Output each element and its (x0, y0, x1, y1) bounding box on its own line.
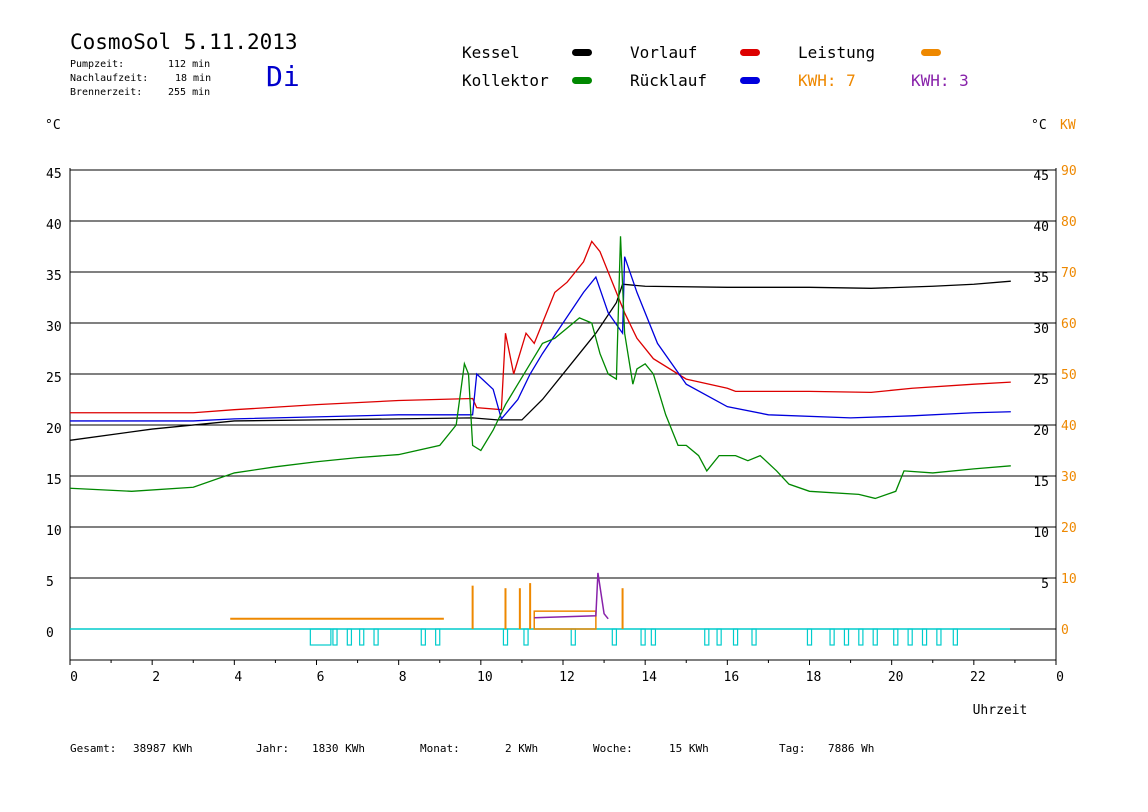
y-tick-label-left: 30 (46, 320, 62, 335)
series-ruecklauf (70, 256, 1011, 422)
temperature-chart: 0510152025303540455101520253035404501020… (46, 164, 1077, 718)
footer-tag-value: 7886 Wh (828, 742, 875, 755)
y2-tick-label: 60 (1061, 317, 1077, 332)
x-axis-label: Uhrzeit (973, 703, 1028, 718)
pump-interval (359, 628, 365, 646)
y-tick-label-right: 30 (1033, 322, 1049, 337)
y-tick-label-left: 0 (46, 626, 54, 641)
series-kollektor (69, 236, 1011, 500)
pump-interval (806, 628, 813, 646)
series-vorlauf (70, 240, 1011, 414)
x-tick-label: 20 (888, 670, 904, 685)
x-tick-label: 10 (477, 670, 493, 685)
y2-tick-label: 30 (1061, 470, 1077, 485)
pump-interval (872, 628, 878, 646)
y-tick-label-right: 45 (1033, 169, 1049, 184)
y-tick-label-left: 45 (46, 167, 62, 182)
pump-interval (332, 628, 338, 646)
pump-interval (420, 628, 426, 646)
x-tick-label: 2 (152, 670, 160, 685)
x-tick-label: 4 (234, 670, 242, 685)
x-tick-label: 6 (317, 670, 325, 685)
pump-interval (523, 628, 529, 646)
y-tick-label-left: 40 (46, 218, 62, 233)
footer-gesamt-value: 38987 KWh (133, 742, 193, 755)
y-tick-label-left: 15 (46, 473, 62, 488)
y2-tick-label: 70 (1061, 266, 1077, 281)
pump-interval (570, 628, 576, 646)
pump-interval (893, 628, 899, 646)
series-kessel (69, 280, 1011, 441)
pump-interval (829, 628, 835, 646)
x-tick-label: 22 (970, 670, 986, 685)
pump-interval (921, 628, 928, 646)
pump-interval (936, 628, 942, 646)
footer-woche-value: 15 KWh (669, 742, 709, 755)
pump-interval (858, 628, 864, 646)
y-tick-label-left: 25 (46, 371, 62, 386)
pump-interval (751, 628, 757, 646)
y2-tick-label: 50 (1061, 368, 1077, 383)
y-tick-label-right: 35 (1033, 271, 1049, 286)
y2-tick-label: 40 (1061, 419, 1077, 434)
y-tick-label-right: 15 (1033, 475, 1049, 490)
footer-woche-label: Woche: (593, 742, 633, 755)
pump-interval (732, 628, 739, 646)
y2-tick-label: 20 (1061, 521, 1077, 536)
y-tick-label-left: 35 (46, 269, 62, 284)
y-tick-label-right: 10 (1033, 526, 1049, 541)
y2-tick-label: 10 (1061, 572, 1077, 587)
footer-tag-label: Tag: (779, 742, 806, 755)
y-tick-label-right: 40 (1033, 220, 1049, 235)
pump-interval (640, 628, 646, 646)
y-tick-label-right: 25 (1033, 373, 1049, 388)
leistung-block (533, 610, 597, 630)
pump-interval (704, 628, 710, 646)
pump-interval (907, 628, 913, 646)
y2-tick-label: 0 (1061, 623, 1069, 638)
footer-jahr-label: Jahr: (256, 742, 290, 755)
x-tick-label: 0 (1056, 670, 1064, 685)
footer-gesamt-label: Gesamt: (70, 742, 117, 755)
y-tick-label-left: 20 (46, 422, 62, 437)
series-kwh-purple (534, 572, 609, 620)
y-tick-label-right: 5 (1041, 577, 1049, 592)
pump-interval (843, 628, 850, 646)
pump-interval (502, 628, 509, 646)
pump-interval (952, 628, 959, 646)
y2-tick-label: 90 (1061, 164, 1077, 179)
pump-interval (309, 628, 332, 646)
footer-monat-value: 2 KWh (505, 742, 539, 755)
y-tick-label-right: 20 (1033, 424, 1049, 439)
footer-monat-label: Monat: (420, 742, 460, 755)
x-tick-label: 18 (806, 670, 822, 685)
y-tick-label-left: 10 (46, 524, 62, 539)
pump-interval (346, 628, 353, 646)
x-tick-label: 0 (70, 670, 78, 685)
pump-interval (435, 628, 441, 646)
x-tick-label: 12 (559, 670, 575, 685)
x-tick-label: 16 (724, 670, 740, 685)
pump-interval (611, 628, 618, 646)
x-tick-label: 14 (641, 670, 657, 685)
y2-tick-label: 80 (1061, 215, 1077, 230)
pump-interval (373, 628, 379, 646)
pump-interval (716, 628, 722, 646)
footer-jahr-value: 1830 KWh (312, 742, 365, 755)
pump-interval (650, 628, 657, 646)
y-tick-label-left: 5 (46, 575, 54, 590)
x-tick-label: 8 (399, 670, 407, 685)
